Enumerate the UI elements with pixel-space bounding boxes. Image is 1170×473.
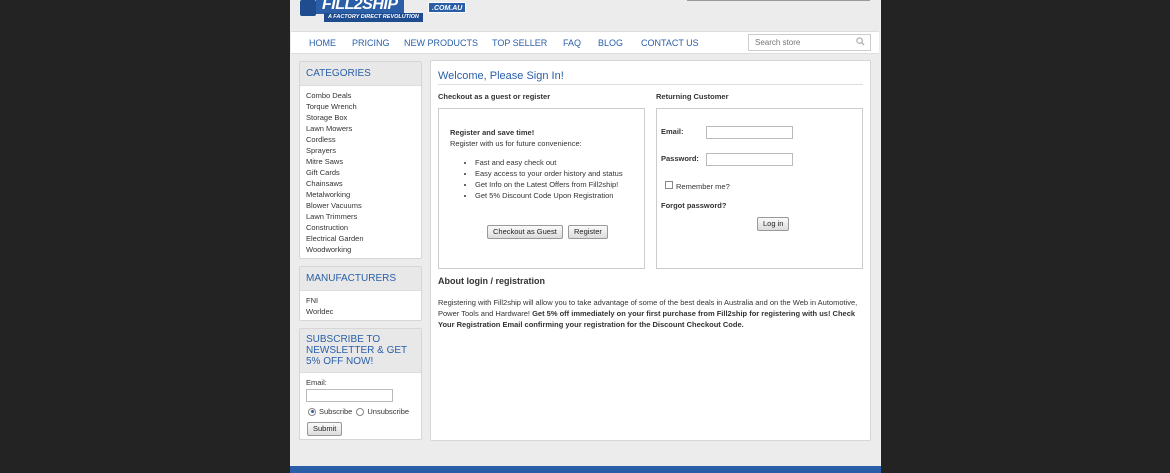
nav-item-home[interactable]: HOME [309,38,336,48]
category-link[interactable]: Gift Cards [306,167,415,178]
nav-item-faq[interactable]: FAQ [563,38,581,48]
manufacturers-list: FNI Worldec [300,291,421,321]
guest-section-title: Checkout as a guest or register [438,92,551,101]
category-link[interactable]: Chainsaws [306,178,415,189]
guest-register-panel: Register and save time! Register with us… [438,108,645,269]
login-button[interactable]: Log in [757,217,790,231]
email-field[interactable] [706,126,793,139]
category-link[interactable]: Sprayers [306,145,415,156]
register-benefits-list: Fast and easy check out Easy access to y… [475,157,623,201]
remember-me-checkbox[interactable] [665,181,673,189]
category-link[interactable]: Lawn Mowers [306,123,415,134]
page-container: FILL2SHIP .COM.AU A FACTORY DIRECT REVOL… [290,0,881,473]
search-icon[interactable] [856,37,865,46]
login-panel: Email: Password: Remember me? Forgot pas… [656,108,863,269]
newsletter-options: Subscribe Unsubscribe [308,407,409,416]
remember-me-label: Remember me? [676,182,730,191]
password-label: Password: [661,154,699,163]
unsubscribe-radio[interactable] [356,407,365,416]
categories-block: CATEGORIES Combo Deals Torque Wrench Sto… [299,61,422,259]
category-link[interactable]: Construction [306,222,415,233]
subscribe-label: Subscribe [319,407,353,416]
unsubscribe-label: Unsubscribe [367,407,410,416]
register-button[interactable]: Register [568,225,608,239]
nav-item-contact-us[interactable]: CONTACT US [641,38,699,48]
benefit-item: Get Info on the Latest Offers from Fill2… [475,179,623,190]
register-heading: Register and save time! [450,128,535,137]
newsletter-email-input[interactable] [306,389,393,402]
logo-mark-icon [300,0,316,16]
newsletter-email-label: Email: [306,378,327,387]
newsletter-block: SUBSCRIBE TO NEWSLETTER & GET 5% OFF NOW… [299,328,422,440]
email-label: Email: [661,127,684,136]
returning-section-title: Returning Customer [656,92,729,101]
nav-item-blog[interactable]: BLOG [598,38,623,48]
categories-title: CATEGORIES [300,62,421,86]
register-text: Register with us for future convenience: [450,139,582,148]
category-link[interactable]: Cordless [306,134,415,145]
title-divider [438,84,863,85]
nav-item-top-seller[interactable]: TOP SELLER [492,38,547,48]
header-divider [687,0,870,1]
category-link[interactable]: Woodworking [306,244,415,255]
main-content: Welcome, Please Sign In! Checkout as a g… [430,60,871,441]
page-title: Welcome, Please Sign In! [438,70,564,82]
about-heading: About login / registration [438,276,545,286]
benefit-item: Get 5% Discount Code Upon Registration [475,190,623,201]
newsletter-submit-button[interactable]: Submit [307,422,343,436]
newsletter-title: SUBSCRIBE TO NEWSLETTER & GET 5% OFF NOW… [300,329,421,373]
forgot-password-link[interactable]: Forgot password? [661,201,726,210]
logo-tagline: A FACTORY DIRECT REVOLUTION [324,13,423,22]
category-link[interactable]: Lawn Trimmers [306,211,415,222]
password-field[interactable] [706,153,793,166]
manufacturer-link[interactable]: Worldec [306,306,415,317]
nav-item-new-products[interactable]: NEW PRODUCTS [404,38,478,48]
manufacturers-title: MANUFACTURERS [300,267,421,291]
categories-list: Combo Deals Torque Wrench Storage Box La… [300,86,421,259]
category-link[interactable]: Blower Vacuums [306,200,415,211]
manufacturer-link[interactable]: FNI [306,295,415,306]
checkout-as-guest-button[interactable]: Checkout as Guest [487,225,563,239]
about-text: Registering with Fill2ship will allow yo… [438,297,866,330]
manufacturers-block: MANUFACTURERS FNI Worldec [299,266,422,321]
search-box [748,34,871,51]
benefit-item: Fast and easy check out [475,157,623,168]
logo-domain: .COM.AU [428,2,467,13]
category-link[interactable]: Storage Box [306,112,415,123]
subscribe-radio[interactable] [308,407,316,416]
category-link[interactable]: Combo Deals [306,90,415,101]
benefit-item: Easy access to your order history and st… [475,168,623,179]
top-navigation: HOME PRICING NEW PRODUCTS TOP SELLER FAQ… [291,31,879,54]
site-logo[interactable]: FILL2SHIP .COM.AU A FACTORY DIRECT REVOL… [300,0,470,26]
category-link[interactable]: Mitre Saws [306,156,415,167]
category-link[interactable]: Metalworking [306,189,415,200]
nav-item-pricing[interactable]: PRICING [352,38,390,48]
category-link[interactable]: Electrical Garden [306,233,415,244]
footer-bar [290,466,881,473]
category-link[interactable]: Torque Wrench [306,101,415,112]
logo-brand-name: FILL2SHIP [316,0,404,14]
search-input[interactable] [749,35,849,50]
